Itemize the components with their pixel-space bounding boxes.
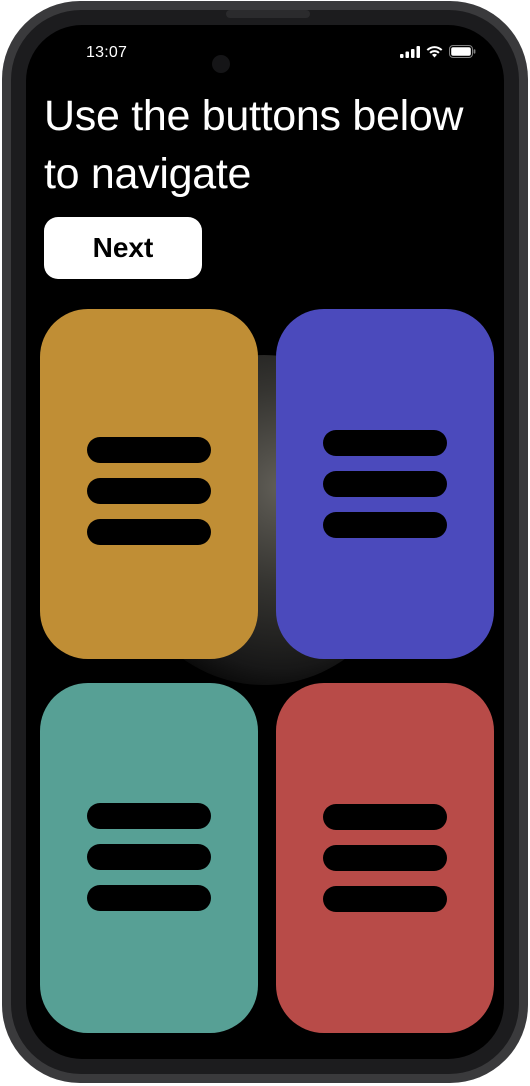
wifi-icon [426, 45, 443, 58]
hamburger-menu-icon [323, 430, 447, 540]
status-icons [400, 45, 476, 58]
menu-tile-teal[interactable] [40, 683, 258, 1033]
hamburger-menu-icon [323, 804, 447, 914]
hamburger-menu-icon [87, 803, 211, 913]
speaker-grille [226, 10, 310, 18]
page-title: Use the buttons below to navigate [44, 92, 464, 198]
phone-frame: 13:07 Use the buttons below to navigate … [2, 1, 528, 1083]
menu-tile-red[interactable] [276, 683, 494, 1033]
battery-icon [449, 45, 476, 58]
front-camera [212, 55, 230, 73]
status-time: 13:07 [86, 44, 128, 61]
menu-tile-gold[interactable] [40, 309, 258, 659]
phone-screen: 13:07 Use the buttons below to navigate … [26, 25, 504, 1059]
menu-tile-blue[interactable] [276, 309, 494, 659]
hamburger-menu-icon [87, 437, 211, 547]
next-button[interactable]: Next [44, 217, 202, 279]
cellular-signal-icon [400, 45, 420, 58]
